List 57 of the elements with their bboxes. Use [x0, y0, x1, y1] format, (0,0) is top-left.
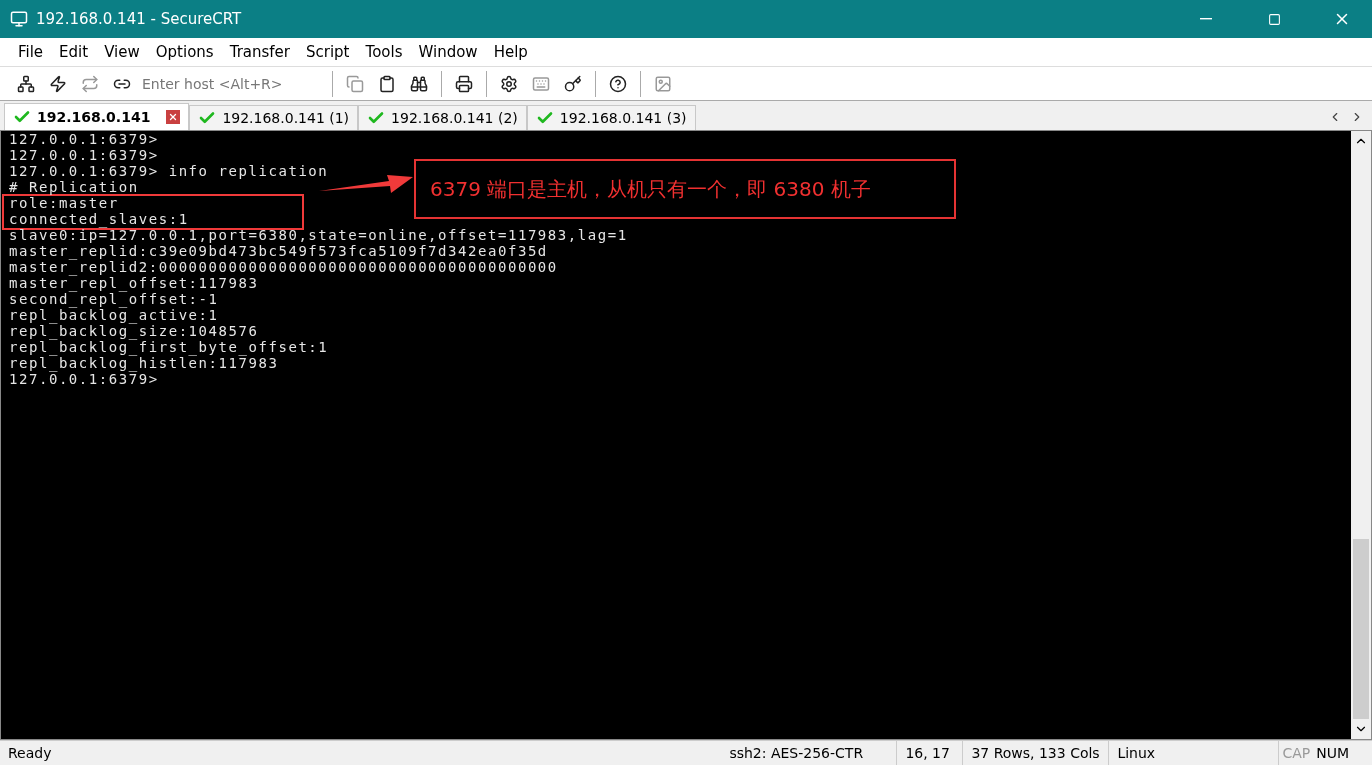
key-indicator: CAP — [1281, 745, 1312, 761]
host-field[interactable]: Enter host <Alt+R> — [140, 74, 324, 93]
session-tab[interactable]: 192.168.0.141 (3) — [526, 105, 696, 130]
settings-icon — [500, 74, 518, 93]
binoculars-icon — [410, 74, 428, 93]
key-indicator: NUM — [1315, 745, 1350, 761]
terminal-line: connected_slaves:1 — [9, 211, 189, 227]
terminal-line: repl_backlog_size:1048576 — [9, 323, 259, 339]
terminal-line: # Replication — [9, 179, 139, 195]
terminal-line: role:master — [9, 195, 119, 211]
image-icon — [654, 74, 672, 93]
os-text: Linux — [1109, 741, 1280, 765]
copy-icon — [346, 74, 364, 93]
cipher-text: ssh2: AES-256-CTR — [721, 741, 898, 765]
callout-text: 6379 端口是主机，从机只有一个，即 6380 机子 — [430, 175, 871, 203]
menu-item[interactable]: View — [96, 41, 148, 63]
connect-tree-icon — [17, 74, 35, 93]
terminal-line: 127.0.0.1:6379> — [9, 147, 159, 163]
terminal-line: 127.0.0.1:6379> — [9, 131, 159, 147]
terminal-line: repl_backlog_active:1 — [9, 307, 219, 323]
menu-item[interactable]: Transfer — [221, 41, 298, 63]
terminal-line: master_repl_offset:117983 — [9, 275, 259, 291]
terminal-line: second_repl_offset:-1 — [9, 291, 219, 307]
reconnect-icon — [81, 74, 99, 93]
menu-item[interactable]: File — [10, 41, 52, 63]
terminal-line: slave0:ip=127.0.0.1,port=6380,state=online,offset=117983,lag=1 — [9, 227, 628, 243]
menu-item[interactable]: Options — [147, 41, 222, 63]
scrollbar[interactable] — [1351, 131, 1371, 739]
app-icon — [10, 10, 28, 28]
help-icon — [609, 74, 627, 93]
terminal-line: master_replid:c39e09bd473bc549f573fca5109f7d342ea0f35d — [9, 243, 548, 259]
terminal-line: 127.0.0.1:6379> info replication — [9, 163, 329, 179]
terminal-size: 37 Rows, 133 Cols — [963, 741, 1110, 765]
menu-item[interactable]: Tools — [357, 41, 411, 63]
close-tab-icon[interactable] — [166, 110, 181, 124]
session-tab[interactable]: 192.168.0.141 (2) — [358, 105, 527, 130]
printer-icon — [455, 74, 473, 93]
terminal-line: 127.0.0.1:6379> — [9, 371, 159, 387]
key-icon — [564, 74, 582, 93]
terminal-line: repl_backlog_histlen:117983 — [9, 355, 279, 371]
minimize-icon — [1200, 18, 1212, 20]
session-tab[interactable]: 192.168.0.141 — [4, 103, 190, 130]
menu-item[interactable]: Window — [410, 41, 486, 63]
menu-item[interactable]: Help — [485, 41, 536, 63]
keyboard-icon — [532, 74, 550, 93]
scroll-thumb[interactable] — [1353, 539, 1369, 719]
maximize-icon — [1267, 12, 1281, 26]
terminal-line: master_replid2:0000000000000000000000000000000000000000 — [9, 259, 558, 275]
window-title: 192.168.0.141 - SecureCRT — [36, 10, 243, 28]
cursor-position: 16, 17 — [897, 741, 964, 765]
lightning-icon — [49, 74, 67, 93]
menu-item[interactable]: Script — [298, 41, 358, 63]
status-text: Ready — [7, 744, 53, 763]
clipboard-icon — [378, 74, 396, 93]
session-tab[interactable]: 192.168.0.141 (1) — [189, 105, 359, 130]
menu-item[interactable]: Edit — [51, 41, 97, 63]
terminal-line: repl_backlog_first_byte_offset:1 — [9, 339, 329, 355]
